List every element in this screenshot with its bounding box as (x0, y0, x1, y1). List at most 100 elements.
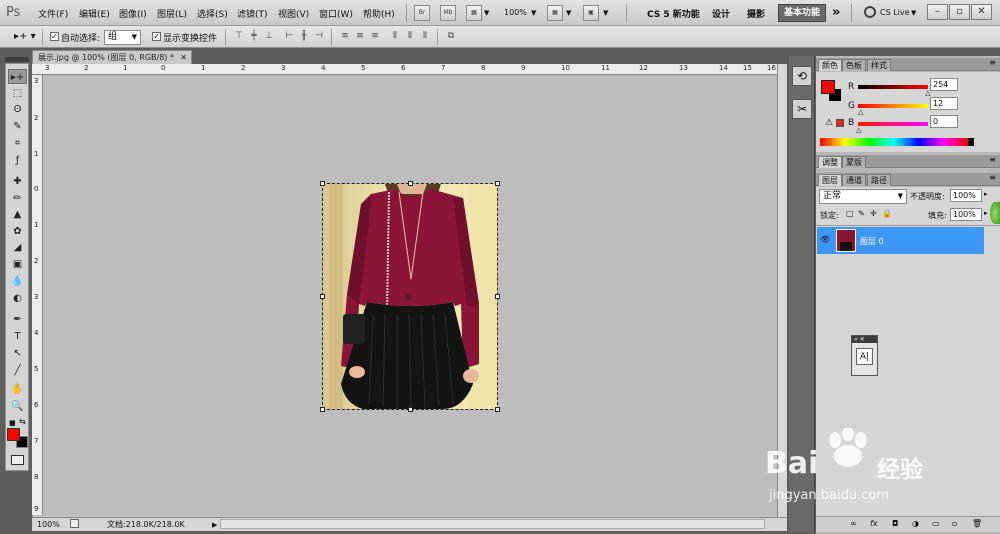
shape-tool-icon[interactable]: ╱ (8, 363, 27, 378)
distribute-top-icon[interactable]: ≡ (339, 31, 351, 42)
auto-select-dropdown[interactable]: 组 ▼ (104, 30, 141, 45)
new-group-icon[interactable]: ▭ (932, 519, 940, 528)
distribute-right-icon[interactable]: ⦀ (419, 31, 431, 42)
show-transform-checkbox[interactable]: ✓ (152, 32, 161, 41)
toolbox-header[interactable] (5, 57, 29, 62)
history-panel-icon[interactable]: ⟲ (792, 66, 812, 86)
fill-slider-arrow-icon[interactable]: ▸ (984, 209, 988, 217)
r-slider[interactable] (858, 85, 928, 89)
g-slider-thumb-icon[interactable]: △ (858, 108, 863, 116)
delete-layer-icon[interactable]: 🗑 (972, 519, 982, 528)
transform-center-icon[interactable]: ⊕ (405, 293, 413, 303)
lock-all-icon[interactable]: 🔒 (882, 209, 892, 218)
healing-brush-icon[interactable]: ✚ (8, 174, 27, 189)
transform-handle-tl[interactable] (320, 181, 325, 186)
b-slider-thumb-icon[interactable]: △ (856, 126, 861, 134)
layer-mask-icon[interactable]: ◘ (892, 519, 898, 528)
link-layers-icon[interactable]: ∞ (850, 519, 857, 528)
cs-live-button[interactable]: CS Live (880, 8, 910, 17)
panel-menu-icon[interactable]: ≡ (989, 58, 996, 67)
lock-transparent-icon[interactable]: ▢ (846, 209, 854, 218)
visibility-eye-icon[interactable]: 👁 (820, 235, 830, 244)
layer-style-icon[interactable]: fx (870, 519, 878, 528)
tab-masks[interactable]: 蒙版 (842, 156, 866, 168)
distribute-bottom-icon[interactable]: ≡ (369, 31, 381, 42)
more-workspaces-icon[interactable]: » (832, 5, 840, 20)
menu-help[interactable]: 帮助(H) (363, 7, 395, 20)
tab-color[interactable]: 颜色 (818, 59, 842, 71)
blur-tool-icon[interactable]: 💧 (8, 274, 27, 289)
transform-handle-tr[interactable] (495, 181, 500, 186)
swap-colors-icon[interactable]: ⇆ (19, 417, 26, 426)
layer-row[interactable]: 👁 (817, 227, 984, 254)
b-slider[interactable] (858, 122, 928, 126)
transform-handle-bc[interactable] (408, 407, 413, 412)
align-top-icon[interactable]: ⊤ (233, 31, 245, 42)
r-value-input[interactable]: 254 (930, 78, 958, 91)
lasso-tool-icon[interactable]: ʘ (8, 102, 27, 117)
chevron-down-icon[interactable]: ▼ (531, 9, 536, 17)
menu-image[interactable]: 图像(I) (119, 7, 147, 20)
align-vcenter-icon[interactable]: ╪ (248, 31, 260, 42)
mini-bridge-button[interactable]: Mb (440, 5, 456, 21)
move-tool-preset-icon[interactable]: ▸+ ▾ (14, 31, 36, 42)
lock-image-icon[interactable]: ✎ (858, 209, 865, 218)
status-menu-arrow-icon[interactable]: ▶ (212, 519, 217, 532)
menu-window[interactable]: 窗口(W) (319, 7, 353, 20)
transform-handle-bl[interactable] (320, 407, 325, 412)
transform-handle-mr[interactable] (495, 294, 500, 299)
zoom-field[interactable]: 100% (37, 518, 60, 531)
floating-character-panel[interactable]: » ✕ A| (851, 335, 878, 376)
opacity-input[interactable]: 100% (950, 189, 982, 202)
quick-select-tool-icon[interactable]: ✎ (8, 119, 27, 134)
transform-handle-tc[interactable] (408, 181, 413, 186)
distribute-left-icon[interactable]: ⦀ (389, 31, 401, 42)
close-icon[interactable]: ✕ (180, 51, 187, 65)
document-tab[interactable]: 展示.jpg @ 100% (图层 0, RGB/8) * ✕ (32, 50, 192, 65)
bridge-button[interactable]: Br (414, 5, 430, 21)
opacity-slider-arrow-icon[interactable]: ▸ (984, 190, 988, 198)
menu-view[interactable]: 视图(V) (278, 7, 309, 20)
path-select-icon[interactable]: ↖ (8, 346, 27, 361)
zoom-tool-icon[interactable]: 🔍 (8, 399, 27, 414)
auto-align-layers-icon[interactable]: ⧉ (445, 31, 457, 42)
type-tool-icon[interactable]: T (8, 329, 27, 344)
g-value-input[interactable]: 12 (930, 97, 958, 110)
workspace-essentials[interactable]: 基本功能 (778, 4, 827, 22)
tab-layers[interactable]: 图层 (818, 174, 842, 186)
tab-swatches[interactable]: 色板 (842, 59, 866, 71)
tab-styles[interactable]: 样式 (867, 59, 891, 71)
b-value-input[interactable]: 0 (930, 115, 958, 128)
workspace-design[interactable]: 设计 (712, 7, 730, 20)
layer-name[interactable]: 图层 0 (860, 236, 884, 247)
brush-tool-icon[interactable]: ✏ (8, 191, 27, 206)
marquee-tool-icon[interactable]: ⬚ (8, 86, 27, 101)
tab-channels[interactable]: 通道 (842, 174, 866, 186)
chevron-down-icon[interactable]: ▼ (484, 9, 489, 17)
blend-mode-dropdown[interactable]: 正常 ▼ (819, 189, 907, 204)
tab-paths[interactable]: 路径 (867, 174, 891, 186)
crop-tool-icon[interactable]: ⌗ (8, 136, 27, 151)
align-hcenter-icon[interactable]: ╫ (298, 31, 310, 42)
auto-select-checkbox[interactable]: ✓ (50, 32, 59, 41)
eraser-tool-icon[interactable]: ◢ (8, 240, 27, 255)
quick-mask-icon[interactable] (11, 455, 24, 465)
gamut-warning-icon[interactable]: ⚠ (825, 118, 833, 128)
align-left-icon[interactable]: ⊢ (283, 31, 295, 42)
g-slider[interactable] (858, 104, 928, 108)
distribute-hcenter-icon[interactable]: ⦀ (404, 31, 416, 42)
fill-input[interactable]: 100% (950, 208, 982, 221)
fg-color-chip[interactable] (821, 80, 835, 94)
default-colors-icon[interactable]: ■ (9, 419, 16, 427)
chevron-down-icon[interactable]: ▼ (603, 9, 608, 17)
menu-select[interactable]: 选择(S) (197, 7, 228, 20)
menu-edit[interactable]: 编辑(E) (79, 7, 110, 20)
dodge-tool-icon[interactable]: ◐ (8, 291, 27, 306)
status-info-icon[interactable] (70, 519, 79, 528)
panel-menu-icon[interactable]: ≡ (989, 173, 996, 182)
character-panel-icon[interactable]: A| (856, 348, 873, 365)
new-layer-icon[interactable]: ▫ (952, 519, 957, 528)
move-tool-icon[interactable]: ▸+ (8, 69, 27, 84)
zoom-level[interactable]: 100% (504, 8, 527, 17)
pen-tool-icon[interactable]: ✒ (8, 312, 27, 327)
